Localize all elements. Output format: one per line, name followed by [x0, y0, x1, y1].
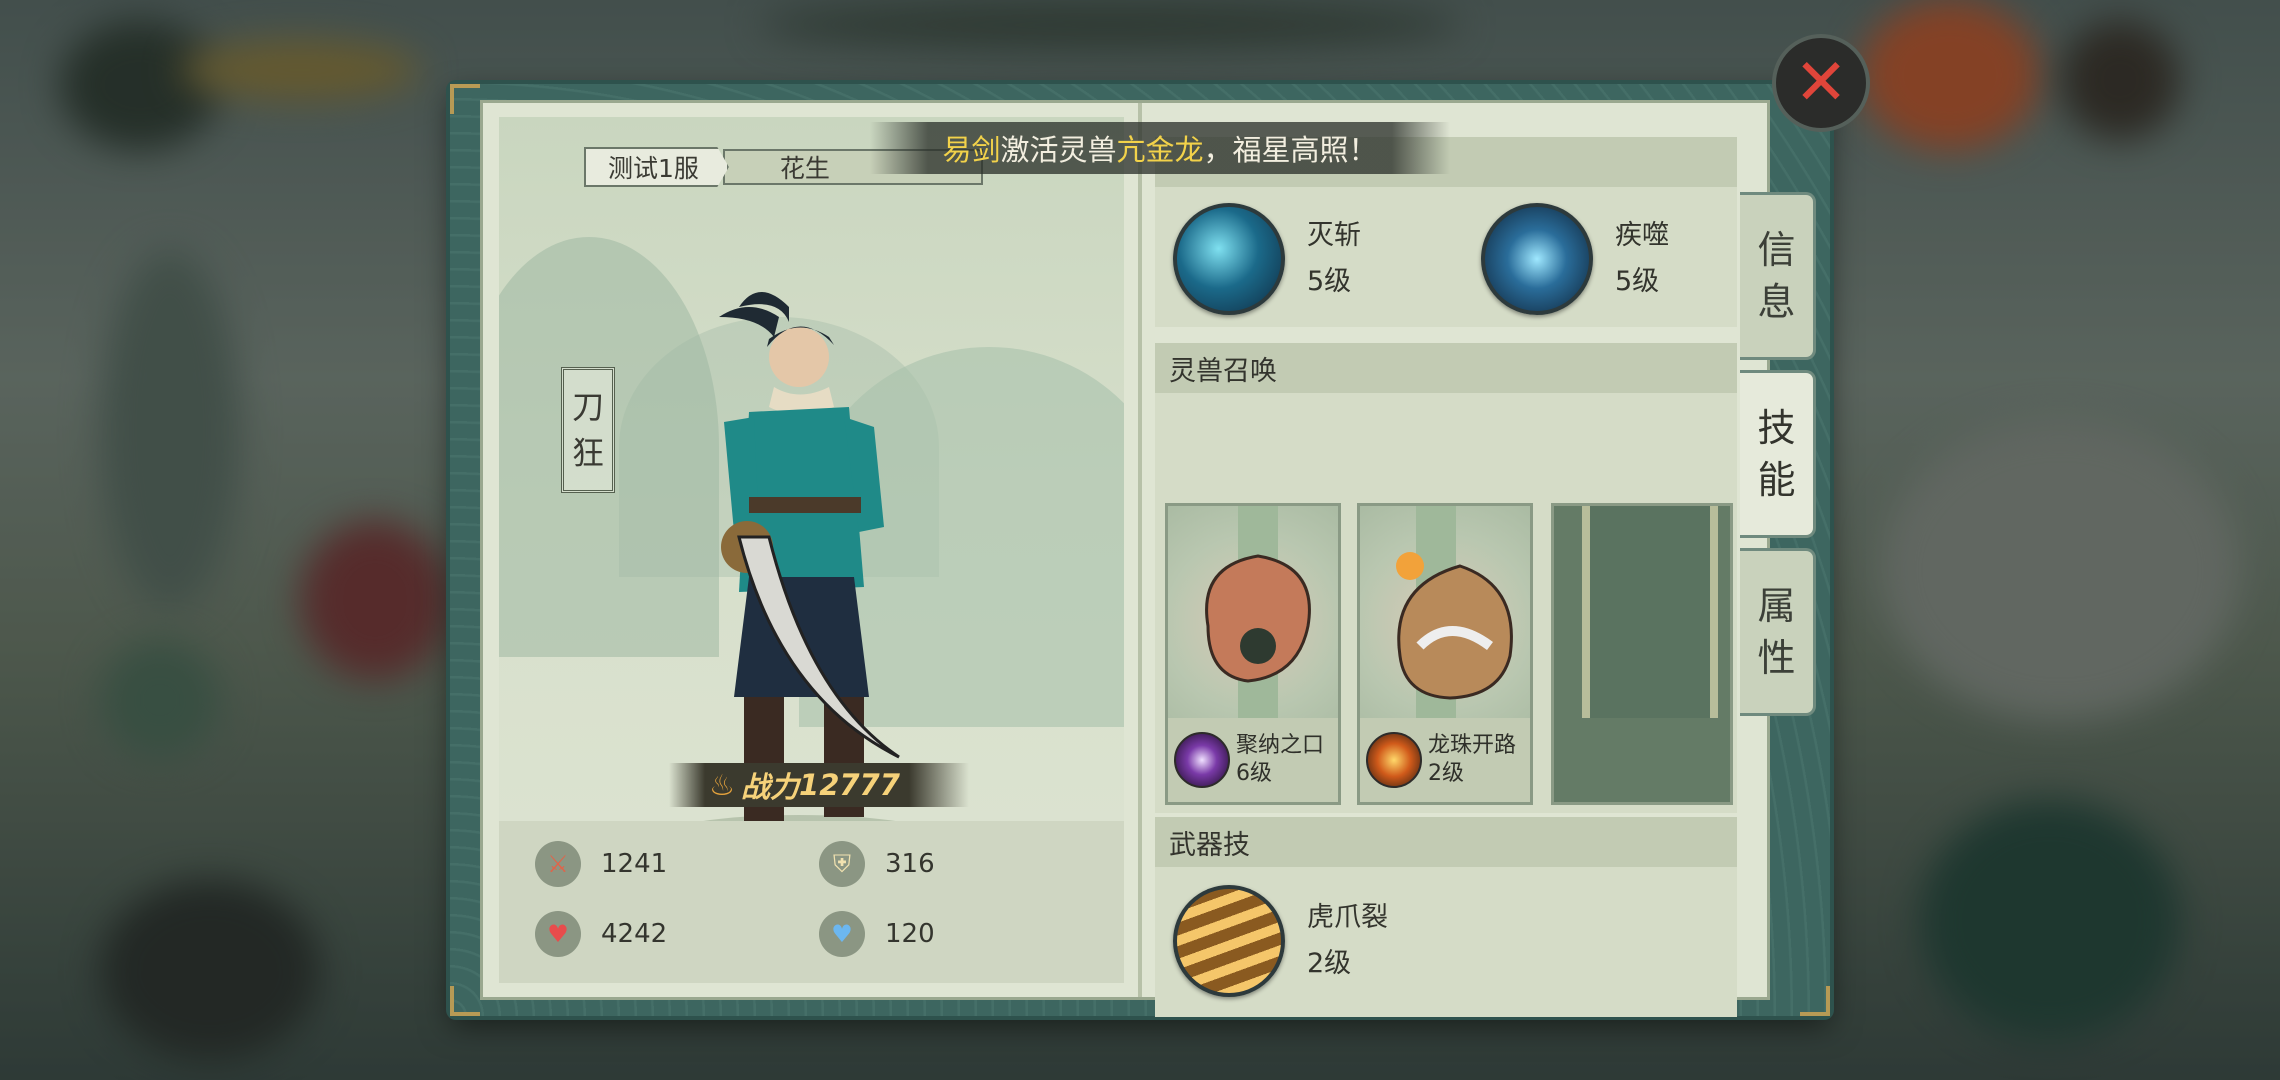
power-label: 战力 [741, 770, 800, 804]
tab-info[interactable]: 信息 [1740, 192, 1816, 360]
tab-skills[interactable]: 技能 [1740, 370, 1816, 538]
stat-value: 1241 [601, 849, 668, 879]
close-icon: ✕ [1794, 46, 1848, 120]
combat-power: ♨ 战力 12777 [669, 763, 969, 807]
skill-item[interactable]: 灭斩 5级 [1173, 203, 1361, 315]
broadcast-verb: 激活灵兽 [1000, 133, 1117, 167]
beast-skill-name: 龙珠开路 [1428, 733, 1517, 758]
weapon-skill-name: 虎爪裂 [1307, 902, 1388, 933]
stat-attack: ⚔ 1241 [535, 841, 667, 887]
beast-summon-header: 灵兽召唤 [1155, 343, 1737, 393]
skill-level: 5级 [1615, 266, 1660, 297]
character-page: 测试1服 花生 刀狂 ♨ 战力 12777 ⚔ 1241 ⛨ 316 ♥ 424… [499, 117, 1124, 983]
stat-defense: ⛨ 316 [819, 841, 935, 887]
book-pages: 测试1服 花生 刀狂 ♨ 战力 12777 ⚔ 1241 ⛨ 316 ♥ 424… [480, 100, 1770, 1017]
stat-health: ♥ 4242 [535, 911, 667, 957]
power-icon: ♨ [709, 768, 735, 802]
skill-item[interactable]: 疾噬 5级 [1481, 203, 1669, 315]
beast-skill-level: 2级 [1428, 761, 1464, 786]
tab-attributes[interactable]: 属性 [1740, 548, 1816, 716]
stat-mana: ♥ 120 [819, 911, 935, 957]
broadcast-beast: 亢金龙 [1116, 133, 1204, 167]
corner-ornament [1800, 986, 1830, 1016]
skill-level: 5级 [1307, 266, 1352, 297]
shield-icon: ⛨ [819, 841, 865, 887]
stats-panel: ⚔ 1241 ⛨ 316 ♥ 4242 ♥ 120 [499, 821, 1124, 983]
book-spine [1138, 103, 1142, 997]
dragon-pearl-icon [1366, 732, 1422, 788]
corner-ornament [450, 986, 480, 1016]
weapon-skill-panel: 虎爪裂 2级 [1155, 867, 1737, 1017]
weapon-skill-header: 武器技 [1155, 817, 1737, 867]
beast-card[interactable]: 聚纳之口 6级 [1165, 503, 1341, 805]
tiger-claw-icon [1173, 885, 1285, 997]
broadcast-player: 易剑 [942, 133, 1001, 167]
corner-ornament [450, 84, 480, 114]
heart-icon: ♥ [535, 911, 581, 957]
close-button[interactable]: ✕ [1772, 34, 1870, 132]
skills-page: 灭斩 5级 疾噬 5级 灵兽召唤 聚纳之口 6级 龙珠开路 2级 武器技 虎爪裂… [1155, 117, 1755, 1017]
system-broadcast: 易剑 激活灵兽 亢金龙 ，福星高照！ [870, 122, 1450, 174]
weapon-skill-item[interactable]: 虎爪裂 2级 [1173, 885, 1388, 997]
beast-portrait [1360, 506, 1530, 718]
skill-name: 疾噬 [1615, 220, 1669, 251]
beast-skill-level: 6级 [1236, 761, 1272, 786]
weapon-skill-level: 2级 [1307, 948, 1352, 979]
lightning-bite-icon [1481, 203, 1593, 315]
power-value: 12777 [799, 768, 900, 802]
beast-skill-name: 聚纳之口 [1236, 733, 1325, 758]
character-info-panel: 测试1服 花生 刀狂 ♨ 战力 12777 ⚔ 1241 ⛨ 316 ♥ 424… [450, 84, 1830, 1017]
server-name: 测试1服 [584, 147, 729, 187]
broadcast-tail: ，福星高照！ [1203, 133, 1378, 167]
crescent-slash-icon [1173, 203, 1285, 315]
stat-value: 316 [885, 849, 935, 879]
stat-value: 4242 [601, 919, 668, 949]
beast-portrait [1168, 506, 1338, 718]
stat-value: 120 [885, 919, 935, 949]
beast-card[interactable]: 龙珠开路 2级 [1357, 503, 1533, 805]
skill-name: 灭斩 [1307, 220, 1361, 251]
mana-icon: ♥ [819, 911, 865, 957]
sword-icon: ⚔ [535, 841, 581, 887]
active-skills-panel: 灭斩 5级 疾噬 5级 [1155, 187, 1737, 327]
empty-beast-slot[interactable] [1551, 503, 1733, 805]
character-class-title: 刀狂 [561, 367, 615, 493]
void-mouth-icon [1174, 732, 1230, 788]
